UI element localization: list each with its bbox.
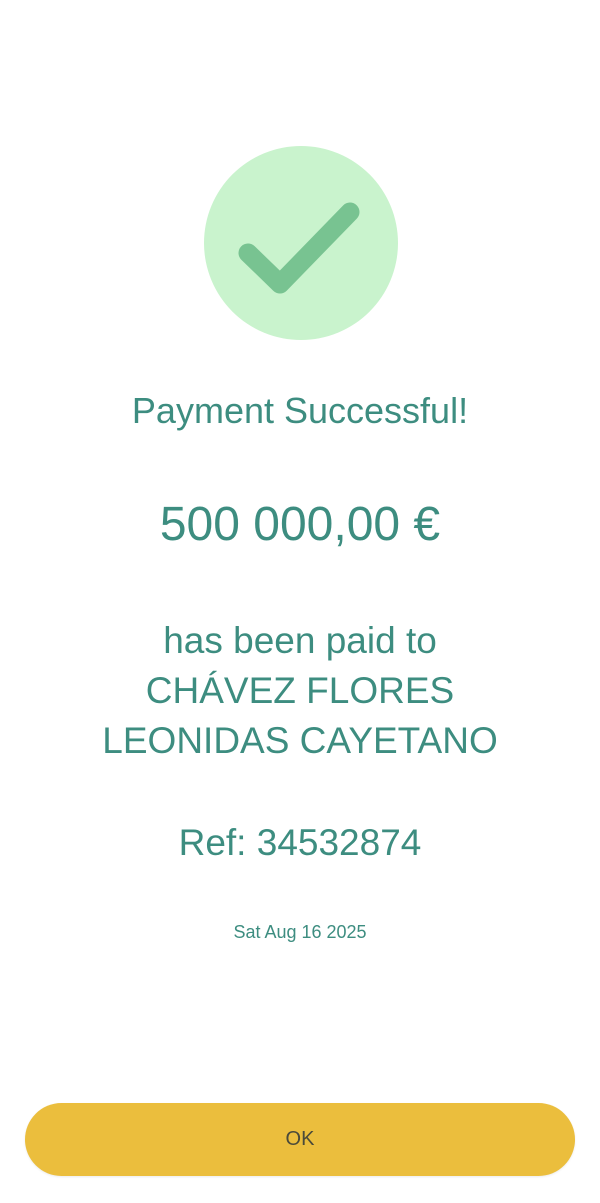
payment-date: Sat Aug 16 2025: [233, 922, 367, 942]
success-circle: [204, 146, 398, 340]
payment-title: Payment Successful!: [131, 390, 469, 431]
recipient-name-line1: CHÁVEZ FLORES: [145, 670, 455, 711]
checkmark-icon: [238, 202, 360, 294]
recipient-name-line2: LEONIDAS CAYETANO: [102, 720, 498, 761]
reference-number: Ref: 34532874: [178, 822, 422, 863]
ok-button[interactable]: OK: [25, 1103, 575, 1176]
payment-amount: 500 000,00 €: [159, 498, 441, 551]
paid-to-label: has been paid to: [163, 620, 437, 661]
recipient-block: has been paid to CHÁVEZ FLORES LEONIDAS …: [0, 616, 600, 766]
